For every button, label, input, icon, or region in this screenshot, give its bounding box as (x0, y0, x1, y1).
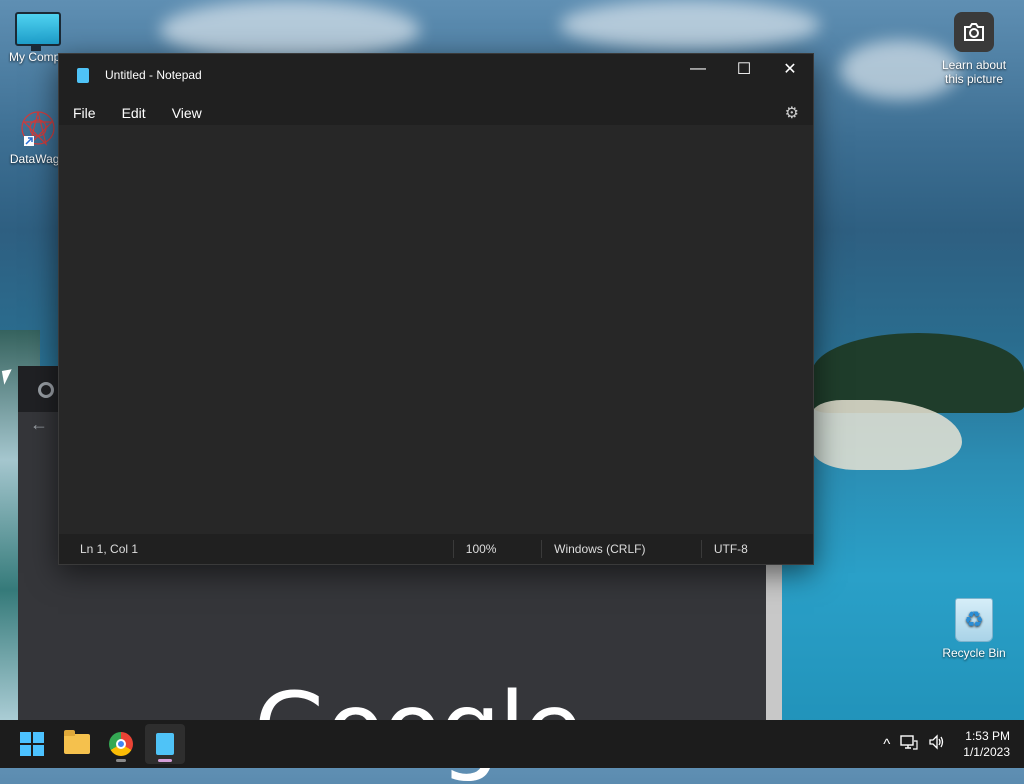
monitor-icon (15, 12, 61, 51)
cursor-position: Ln 1, Col 1 (80, 542, 139, 556)
zoom-level: 100% (452, 540, 541, 558)
notepad-window[interactable]: Untitled - Notepad — ☐ ✕ File Edit View … (58, 53, 814, 565)
settings-gear-icon[interactable]: ⚙ (785, 103, 799, 123)
desktop-icon-recycle-bin[interactable]: ♻ Recycle Bin (936, 598, 1012, 660)
notepad-icon (156, 733, 174, 755)
clock[interactable]: 1:53 PM 1/1/2023 (963, 728, 1010, 760)
maximize-button[interactable]: ☐ (721, 54, 767, 84)
encoding: UTF-8 (700, 540, 813, 558)
menu-file[interactable]: File (60, 105, 109, 121)
wallpaper-cloud (560, 0, 820, 50)
taskbar-chrome[interactable] (101, 724, 141, 764)
active-indicator (158, 759, 172, 762)
minimize-icon: — (690, 60, 706, 77)
wallpaper-cloud (160, 0, 420, 60)
system-tray: ^ 1:53 PM 1/1/2023 (878, 720, 1024, 768)
maximize-icon: ☐ (736, 61, 752, 78)
status-bar: Ln 1, Col 1 100% Windows (CRLF) UTF-8 (59, 534, 813, 564)
back-arrow-icon[interactable]: ← (30, 414, 48, 435)
desktop-icon-label-line1: Learn about (941, 58, 1007, 72)
chrome-icon (109, 732, 133, 756)
recycle-bin-icon: ♻ (955, 598, 993, 642)
window-title: Untitled - Notepad (105, 68, 202, 82)
notepad-titlebar[interactable]: Untitled - Notepad — ☐ ✕ (59, 54, 813, 84)
running-indicator (116, 759, 126, 762)
close-button[interactable]: ✕ (767, 54, 813, 84)
volume-icon[interactable] (928, 734, 946, 754)
desktop-icon-label: Recycle Bin (942, 646, 1006, 660)
close-icon: ✕ (783, 61, 797, 78)
camera-icon (954, 12, 994, 52)
network-icon[interactable] (900, 734, 918, 754)
datawagon-icon (16, 106, 60, 150)
menu-view[interactable]: View (159, 105, 215, 121)
clock-time: 1:53 PM (965, 729, 1010, 743)
notepad-app-icon (77, 67, 89, 83)
desktop-icon-label-line2: this picture (944, 72, 1004, 86)
desktop-icon-learn-about-picture[interactable]: Learn about this picture (936, 12, 1012, 86)
taskbar-file-explorer[interactable] (57, 724, 97, 764)
taskbar-notepad[interactable] (145, 724, 185, 764)
clock-date: 1/1/2023 (963, 745, 1010, 759)
text-editor-area[interactable] (59, 125, 813, 534)
menu-edit[interactable]: Edit (109, 105, 159, 121)
line-endings: Windows (CRLF) (541, 540, 701, 558)
chrome-tab-icon[interactable] (38, 382, 54, 398)
taskbar: ^ 1:53 PM 1/1/2023 (0, 720, 1024, 768)
folder-icon (64, 730, 90, 754)
start-button[interactable] (12, 724, 52, 764)
tray-chevron-icon[interactable]: ^ (883, 736, 890, 753)
windows-logo-icon (20, 732, 44, 756)
minimize-button[interactable]: — (675, 54, 721, 84)
